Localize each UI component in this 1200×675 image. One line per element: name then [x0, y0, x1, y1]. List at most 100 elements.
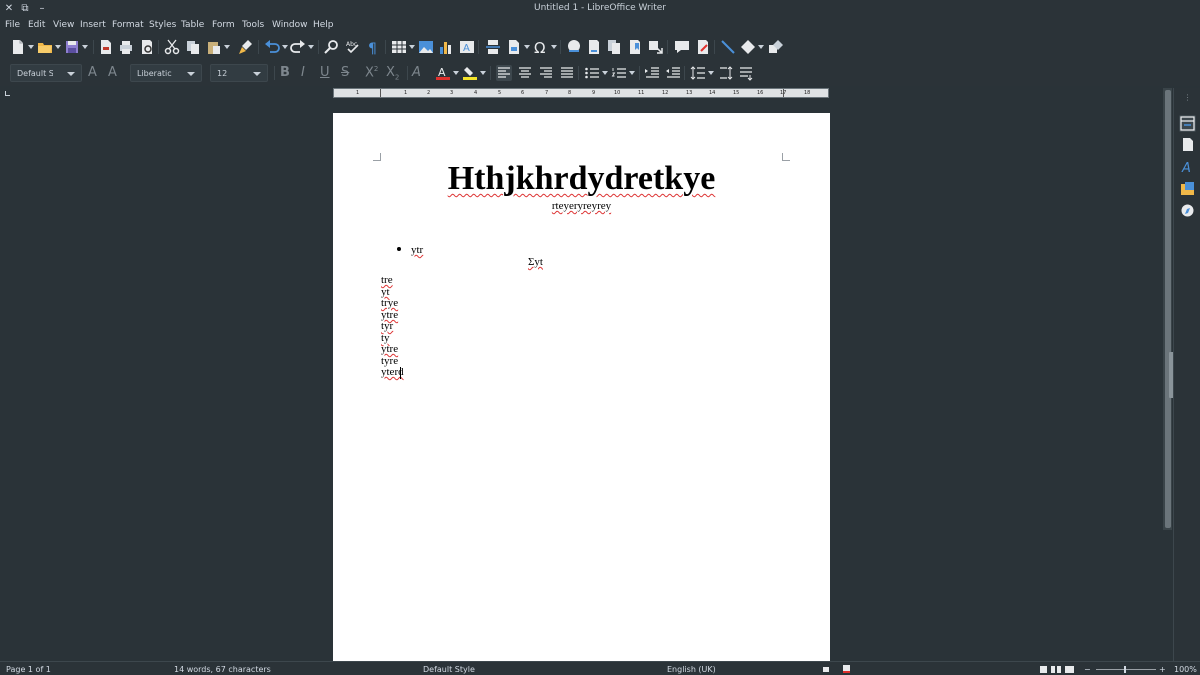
menu-insert[interactable]: Insert	[80, 20, 106, 30]
footnote-icon[interactable]	[586, 39, 602, 55]
align-center-icon[interactable]	[517, 65, 533, 81]
bookmark-icon[interactable]	[627, 39, 643, 55]
multi-page-view-icon[interactable]	[1051, 666, 1061, 673]
menu-format[interactable]: Format	[112, 20, 144, 30]
align-left-icon[interactable]	[496, 65, 512, 81]
zoom-out-icon[interactable]: −	[1084, 665, 1091, 674]
document-line[interactable]: ytre	[381, 344, 398, 355]
language-indicator[interactable]: English (UK)	[667, 665, 716, 674]
paste-icon[interactable]	[206, 39, 222, 55]
decrease-indent-icon[interactable]	[665, 65, 681, 81]
tab-stop-selector[interactable]	[5, 91, 10, 96]
indent-marker[interactable]	[380, 89, 381, 97]
font-name-combo[interactable]: Liberatic	[130, 64, 202, 82]
bullets-dropdown-icon[interactable]	[602, 71, 608, 75]
menu-view[interactable]: View	[53, 20, 74, 30]
document-page[interactable]: Hthjkhrdydretkye rteyeryreyrey ytr Σyt t…	[333, 113, 830, 673]
superscript-icon[interactable]: X2	[365, 65, 378, 80]
menu-styles[interactable]: Styles	[149, 20, 176, 30]
insert-chart-icon[interactable]	[438, 39, 454, 55]
right-indent-marker[interactable]	[783, 89, 784, 97]
new-document-icon[interactable]	[10, 39, 26, 55]
zoom-in-icon[interactable]: +	[1159, 665, 1166, 674]
menu-table[interactable]: Table	[181, 20, 204, 30]
spelling-icon[interactable]: Abc	[345, 39, 361, 55]
styles-icon[interactable]: A	[1179, 158, 1196, 175]
highlight-dropdown-icon[interactable]	[480, 71, 486, 75]
document-line[interactable]: tre	[381, 275, 393, 286]
book-view-icon[interactable]	[1065, 666, 1074, 673]
justify-icon[interactable]	[559, 65, 575, 81]
insert-field-icon[interactable]	[506, 39, 522, 55]
redo-dropdown-icon[interactable]	[308, 45, 314, 49]
document-subtitle[interactable]: rteyeryreyrey	[333, 200, 830, 212]
font-size-combo[interactable]: 12	[210, 64, 268, 82]
document-line[interactable]: tyr	[381, 321, 393, 332]
basic-shapes-icon[interactable]	[740, 39, 756, 55]
open-folder-icon[interactable]	[37, 39, 53, 55]
comment-icon[interactable]	[674, 39, 690, 55]
menu-edit[interactable]: Edit	[28, 20, 45, 30]
align-right-icon[interactable]	[538, 65, 554, 81]
paragraph-dialog-icon[interactable]	[738, 65, 754, 81]
insert-textbox-icon[interactable]: A	[459, 39, 475, 55]
clone-formatting-icon[interactable]	[238, 39, 254, 55]
zoom-level[interactable]: 100%	[1174, 665, 1197, 674]
properties-icon[interactable]	[1179, 115, 1196, 132]
shapes-dropdown-icon[interactable]	[758, 45, 764, 49]
page-break-icon[interactable]	[485, 39, 501, 55]
font-color-icon[interactable]: A	[435, 65, 451, 81]
bullet-item-text[interactable]: ytr	[411, 245, 423, 256]
document-line[interactable]: trye	[381, 298, 398, 309]
endnote-icon[interactable]	[606, 39, 622, 55]
word-count[interactable]: 14 words, 67 characters	[174, 665, 271, 674]
hyperlink-icon[interactable]	[566, 39, 582, 55]
cross-reference-icon[interactable]	[648, 39, 664, 55]
document-modified-icon[interactable]	[843, 665, 850, 673]
update-style-icon[interactable]: A	[88, 65, 97, 80]
menu-tools[interactable]: Tools	[242, 20, 264, 30]
open-dropdown-icon[interactable]	[55, 45, 61, 49]
bulleted-list-icon[interactable]	[584, 65, 600, 81]
single-page-view-icon[interactable]	[1040, 666, 1047, 673]
font-color-dropdown-icon[interactable]	[453, 71, 459, 75]
bold-icon[interactable]: B	[280, 65, 290, 80]
centered-paragraph[interactable]: Σyt	[528, 257, 543, 268]
numbering-dropdown-icon[interactable]	[629, 71, 635, 75]
paragraph-spacing-icon[interactable]	[718, 65, 734, 81]
chevron-down-icon[interactable]	[187, 72, 195, 76]
table-dropdown-icon[interactable]	[409, 45, 415, 49]
line-spacing-icon[interactable]	[690, 65, 706, 81]
track-changes-icon[interactable]	[695, 39, 711, 55]
paragraph-style-combo[interactable]: Default S	[10, 64, 82, 82]
document-title[interactable]: Hthjkhrdydretkye	[333, 160, 830, 198]
draw-functions-icon[interactable]	[768, 39, 784, 55]
menu-file[interactable]: File	[5, 20, 20, 30]
increase-indent-icon[interactable]	[644, 65, 660, 81]
italic-icon[interactable]: I	[301, 65, 305, 80]
new-dropdown-icon[interactable]	[28, 45, 34, 49]
clear-formatting-icon[interactable]: A	[412, 65, 421, 80]
find-replace-icon[interactable]	[324, 39, 340, 55]
underline-icon[interactable]: U	[320, 65, 330, 80]
field-dropdown-icon[interactable]	[524, 45, 530, 49]
menu-help[interactable]: Help	[313, 20, 334, 30]
page-style-indicator[interactable]: Default Style	[423, 665, 475, 674]
redo-icon[interactable]	[290, 39, 306, 55]
page-indicator[interactable]: Page 1 of 1	[6, 665, 51, 674]
selection-mode-icon[interactable]	[823, 667, 829, 672]
formatting-marks-icon[interactable]: ¶	[366, 39, 382, 55]
navigator-icon[interactable]	[1179, 202, 1196, 219]
strikethrough-icon[interactable]: S	[341, 65, 349, 80]
undo-icon[interactable]	[264, 39, 280, 55]
horizontal-ruler[interactable]: 1 1 2 3 4 5 6 7 8 9 10 11 12 13 14 15 16…	[333, 88, 829, 98]
undo-dropdown-icon[interactable]	[282, 45, 288, 49]
highlight-color-icon[interactable]	[462, 65, 478, 81]
scrollbar-thumb[interactable]	[1165, 90, 1171, 528]
page-icon[interactable]	[1179, 136, 1196, 153]
numbered-list-icon[interactable]	[611, 65, 627, 81]
gallery-icon[interactable]	[1179, 180, 1196, 197]
paste-dropdown-icon[interactable]	[224, 45, 230, 49]
export-pdf-icon[interactable]	[98, 39, 114, 55]
print-icon[interactable]	[118, 39, 134, 55]
